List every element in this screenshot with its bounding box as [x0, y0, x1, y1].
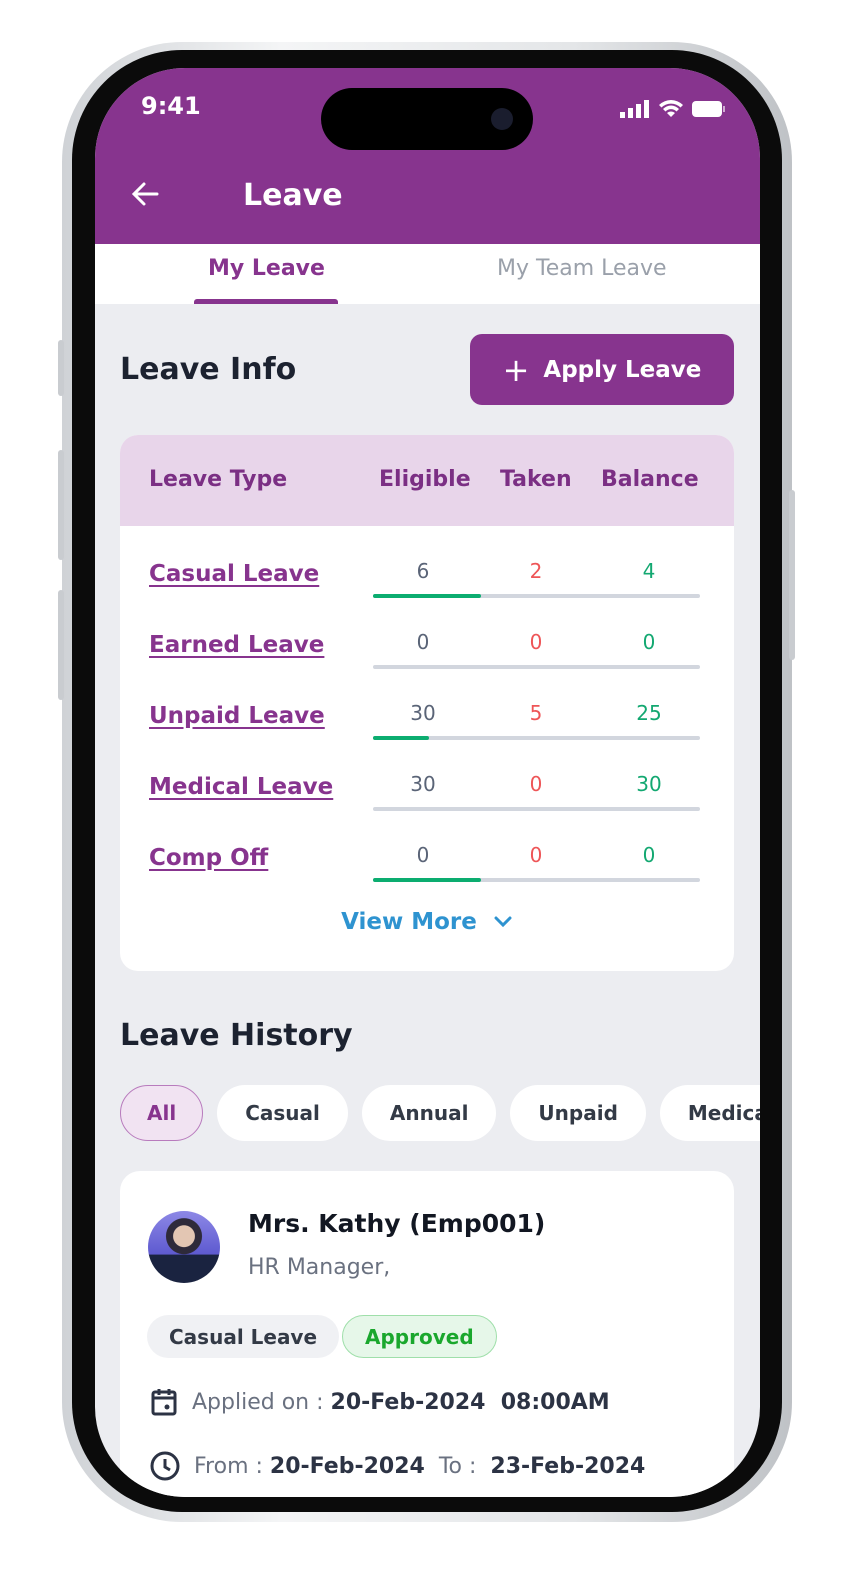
tab-my-team-leave[interactable]: My Team Leave — [497, 256, 667, 281]
leave-progress-bar — [373, 665, 700, 669]
leave-type-link[interactable]: Comp Off — [149, 845, 268, 871]
date-range-row: From : 20-Feb-2024 To : 23-Feb-2024 — [150, 1451, 645, 1481]
table-row: Comp Off 0 0 0 — [120, 823, 734, 883]
leave-progress-bar — [373, 807, 700, 811]
filter-chips: All Casual Annual Unpaid Medical — [120, 1085, 760, 1141]
battery-icon — [692, 101, 725, 117]
leave-progress-fill — [373, 594, 481, 598]
to-label: To : — [438, 1453, 477, 1479]
col-balance: Balance — [601, 467, 699, 492]
app-header: 9:41 Leave — [95, 68, 760, 244]
clock-icon — [150, 1451, 180, 1481]
wifi-icon — [659, 100, 683, 117]
taken-value: 0 — [529, 843, 543, 867]
balance-value: 25 — [636, 701, 662, 725]
eligible-value: 0 — [416, 630, 430, 654]
table-row: Medical Leave 30 0 30 — [120, 752, 734, 812]
leave-progress-bar — [373, 594, 700, 598]
from-label: From : — [194, 1453, 263, 1479]
col-taken: Taken — [500, 467, 572, 492]
leave-type-badge: Casual Leave — [147, 1315, 340, 1358]
filter-casual[interactable]: Casual — [217, 1085, 348, 1141]
leave-balance-table: Leave Type Eligible Taken Balance Casual… — [120, 435, 734, 971]
filter-medical[interactable]: Medical — [659, 1085, 760, 1141]
applied-on-row: Applied on : 20-Feb-2024 08:00AM — [150, 1387, 610, 1417]
table-row: Earned Leave 0 0 0 — [120, 610, 734, 670]
leave-history-title: Leave History — [120, 1018, 353, 1053]
eligible-value: 6 — [416, 559, 430, 583]
balance-value: 30 — [636, 772, 662, 796]
leave-progress-fill — [373, 736, 429, 740]
col-eligible: Eligible — [379, 467, 471, 492]
eligible-value: 0 — [416, 843, 430, 867]
dynamic-island — [321, 88, 533, 150]
from-value: 20-Feb-2024 — [269, 1453, 425, 1479]
taken-value: 2 — [529, 559, 543, 583]
taken-value: 0 — [529, 630, 543, 654]
phone-power-button — [789, 490, 795, 660]
leave-type-link[interactable]: Casual Leave — [149, 561, 319, 587]
phone-volume-down — [58, 590, 64, 700]
leave-type-link[interactable]: Medical Leave — [149, 774, 333, 800]
taken-value: 5 — [529, 701, 543, 725]
eligible-value: 30 — [410, 701, 436, 725]
leave-progress-bar — [373, 878, 700, 882]
view-more-label: View More — [341, 909, 477, 935]
employee-role: HR Manager, — [248, 1255, 391, 1280]
calendar-icon — [151, 1389, 177, 1416]
back-arrow-icon[interactable] — [129, 178, 161, 216]
leave-history-card[interactable]: Mrs. Kathy (Emp001) HR Manager, Casual L… — [120, 1171, 734, 1497]
status-badge: Approved — [342, 1315, 497, 1358]
status-time: 9:41 — [141, 92, 201, 120]
leave-progress-bar — [373, 736, 700, 740]
table-row: Casual Leave 6 2 4 — [120, 539, 734, 599]
balance-value: 4 — [642, 559, 656, 583]
leave-info-title: Leave Info — [120, 352, 297, 387]
signal-icon — [620, 100, 649, 118]
applied-label: Applied on : — [192, 1389, 324, 1415]
avatar — [148, 1211, 220, 1283]
balance-value: 0 — [642, 630, 656, 654]
taken-value: 0 — [529, 772, 543, 796]
table-row: Unpaid Leave 30 5 25 — [120, 681, 734, 741]
plus-icon: + — [502, 350, 530, 389]
leave-progress-fill — [373, 878, 481, 882]
table-header: Leave Type Eligible Taken Balance — [120, 435, 734, 526]
phone-side-button — [58, 340, 64, 396]
apply-leave-button[interactable]: + Apply Leave — [470, 334, 734, 405]
tab-my-leave[interactable]: My Leave — [208, 256, 325, 281]
chevron-down-icon — [494, 916, 512, 928]
apply-leave-label: Apply Leave — [543, 356, 702, 383]
col-leave-type: Leave Type — [149, 467, 288, 492]
eligible-value: 30 — [410, 772, 436, 796]
filter-all[interactable]: All — [120, 1085, 204, 1141]
filter-annual[interactable]: Annual — [361, 1085, 497, 1141]
status-icons — [620, 98, 726, 118]
applied-value: 20-Feb-2024 08:00AM — [330, 1389, 610, 1415]
leave-type-link[interactable]: Unpaid Leave — [149, 703, 325, 729]
phone-volume-up — [58, 450, 64, 560]
view-more-button[interactable]: View More — [120, 909, 734, 935]
page-title: Leave — [243, 178, 343, 213]
to-value: 23-Feb-2024 — [490, 1453, 646, 1479]
active-tab-indicator — [194, 299, 338, 304]
camera-icon — [491, 108, 513, 130]
balance-value: 0 — [642, 843, 656, 867]
tab-bar: My Leave My Team Leave — [95, 244, 760, 304]
leave-type-link[interactable]: Earned Leave — [149, 632, 324, 658]
screen: 9:41 Leave My Leave My Team Leave Leave … — [95, 68, 760, 1497]
filter-unpaid[interactable]: Unpaid — [510, 1085, 646, 1141]
employee-name: Mrs. Kathy (Emp001) — [248, 1209, 546, 1238]
